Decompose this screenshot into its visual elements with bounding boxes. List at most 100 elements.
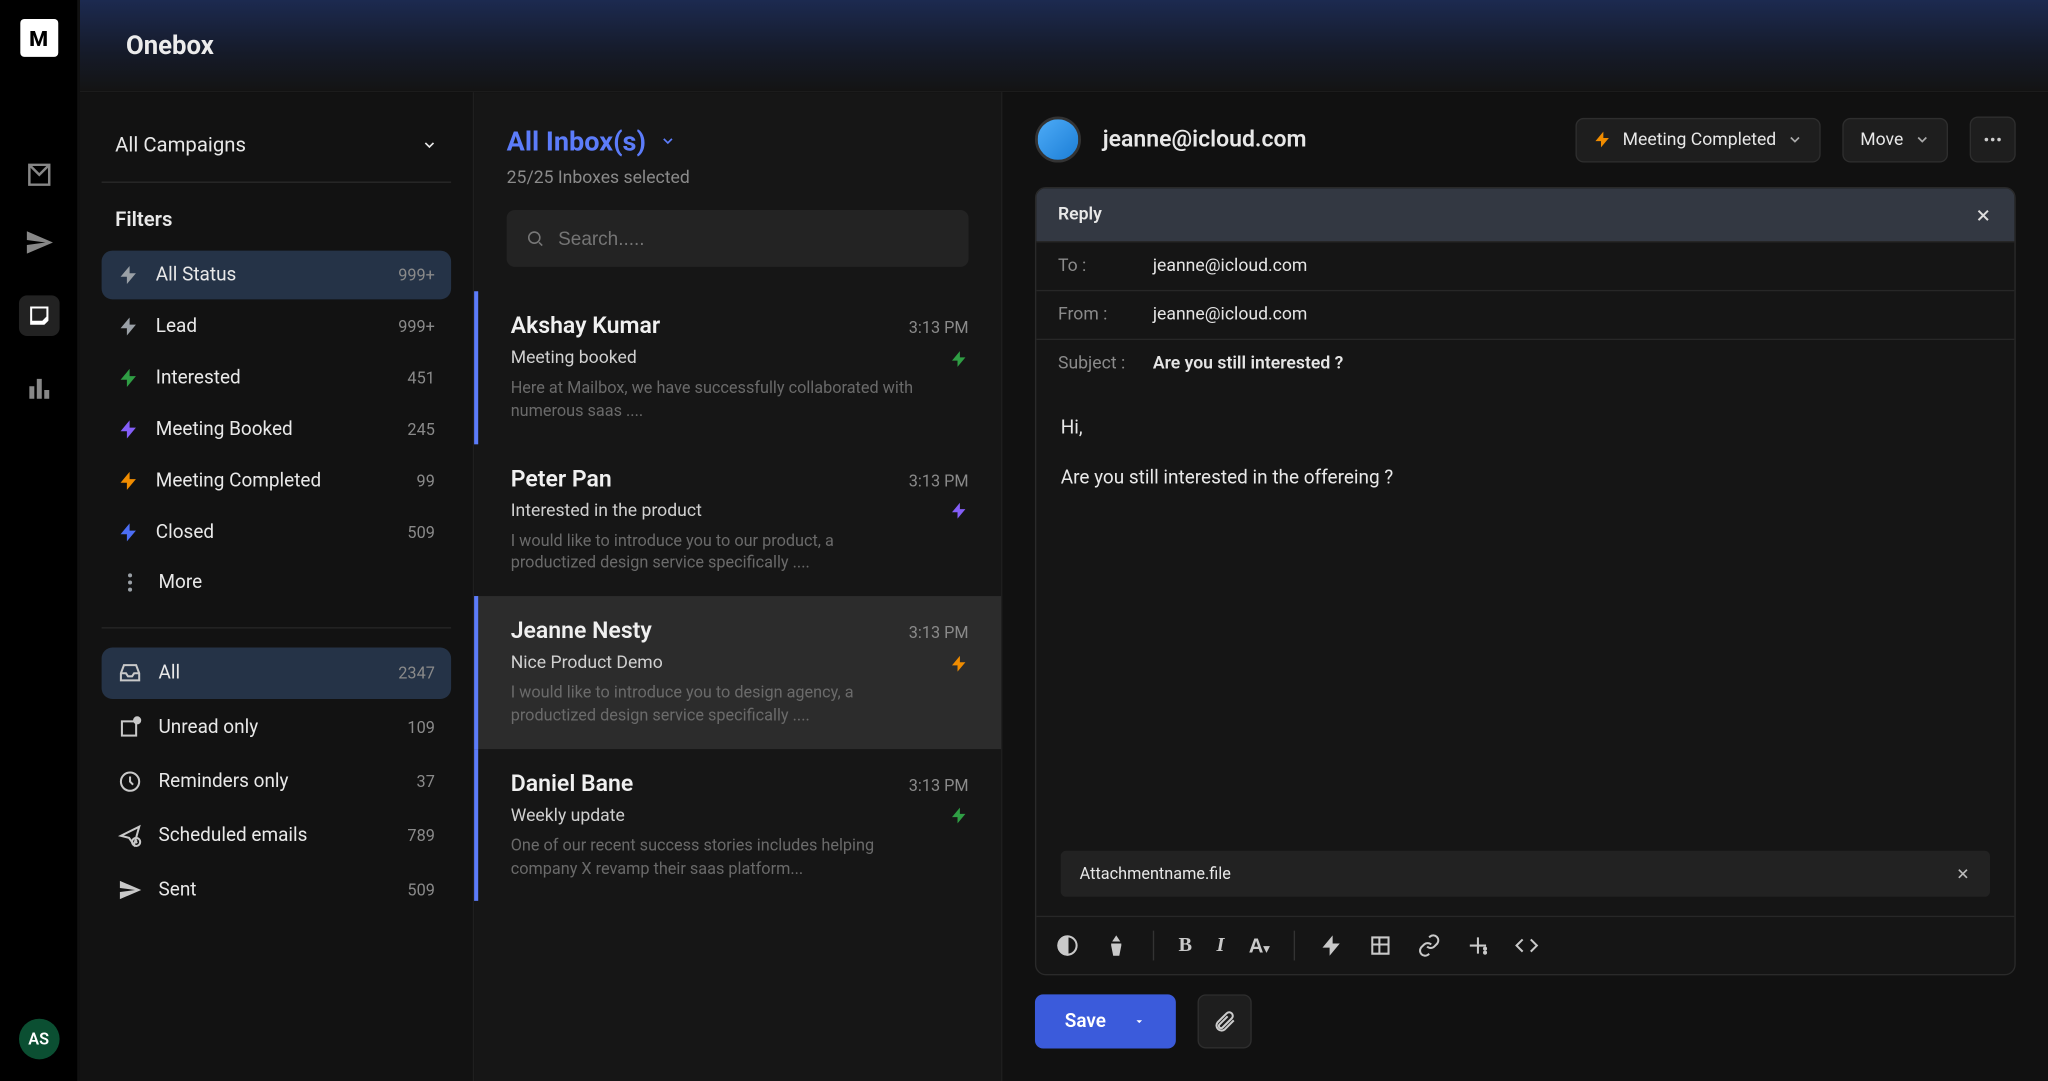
folder-scheduled[interactable]: Scheduled emails789 [102, 810, 452, 861]
bold-icon[interactable]: B [1179, 934, 1193, 957]
filter-count: 509 [407, 523, 434, 542]
filter-count: 245 [407, 420, 434, 439]
more-vertical-icon [118, 570, 142, 594]
to-label: To : [1058, 256, 1137, 276]
subject-field-row[interactable]: Subject : Are you still interested ? [1036, 339, 2014, 388]
filters-heading: Filters [102, 207, 452, 250]
email-snippet: Here at Mailbox, we have successfully co… [511, 377, 917, 423]
email-time: 3:13 PM [909, 776, 969, 795]
status-label: Meeting Completed [1623, 129, 1777, 149]
filter-meeting-completed[interactable]: Meeting Completed 99 [102, 457, 452, 506]
analytics-icon[interactable] [24, 374, 54, 404]
bolt-icon [1593, 130, 1612, 149]
folder-count: 789 [407, 826, 434, 845]
reply-label: Reply [1058, 205, 1102, 225]
email-time: 3:13 PM [909, 318, 969, 337]
email-time: 3:13 PM [909, 471, 969, 490]
bolt-icon [118, 419, 140, 441]
folder-label: All [158, 662, 382, 684]
attach-button[interactable] [1198, 994, 1252, 1048]
clear-format-icon[interactable] [1104, 933, 1128, 957]
remove-attachment-icon[interactable] [1955, 866, 1971, 882]
subject-value: Are you still interested ? [1153, 354, 1344, 374]
filter-count: 451 [407, 368, 434, 387]
search-field[interactable] [507, 210, 969, 267]
folder-sent[interactable]: Sent509 [102, 864, 452, 915]
campaigns-label: All Campaigns [115, 133, 246, 157]
from-field-row[interactable]: From : jeanne@icloud.com [1036, 290, 2014, 339]
chat-icon[interactable] [24, 160, 54, 190]
inbox-rail-icon[interactable] [18, 295, 59, 336]
close-icon[interactable] [1974, 205, 1993, 224]
filter-count: 999+ [398, 266, 435, 285]
sent-icon [118, 878, 142, 902]
font-size-icon[interactable]: A▾ [1249, 934, 1270, 957]
folder-all[interactable]: All 2347 [102, 648, 452, 699]
campaigns-dropdown[interactable]: All Campaigns [102, 133, 452, 183]
email-item[interactable]: Jeanne Nesty3:13 PM Nice Product Demo I … [474, 596, 1001, 749]
send-icon[interactable] [24, 228, 54, 258]
more-filters[interactable]: More [102, 557, 452, 608]
move-dropdown[interactable]: Move [1843, 117, 1948, 162]
italic-icon[interactable]: I [1217, 934, 1225, 957]
theme-icon[interactable] [1055, 933, 1079, 957]
bolt-icon [118, 522, 140, 544]
bolt-icon [118, 470, 140, 492]
search-input[interactable] [555, 226, 949, 250]
sidebar-divider [102, 627, 452, 628]
filter-lead[interactable]: Lead 999+ [102, 302, 452, 351]
subject-label: Subject : [1058, 354, 1137, 374]
table-icon[interactable] [1369, 933, 1393, 957]
topbar: Onebox [80, 0, 2048, 92]
email-item[interactable]: Peter Pan3:13 PM Interested in the produ… [474, 444, 1001, 597]
email-sender: Daniel Bane [511, 771, 634, 798]
filter-label: All Status [156, 264, 382, 286]
bolt-icon [118, 316, 140, 338]
save-label: Save [1065, 1011, 1106, 1033]
link-icon[interactable] [1417, 933, 1441, 957]
to-field-row[interactable]: To : jeanne@icloud.com [1036, 241, 2014, 290]
app-title: Onebox [126, 30, 214, 61]
compose-header: Reply [1036, 188, 2014, 241]
save-button[interactable]: Save [1035, 994, 1176, 1048]
contact-avatar [1035, 117, 1081, 163]
insert-icon[interactable] [1466, 933, 1490, 957]
inbox-label: All Inbox(s) [507, 125, 646, 158]
compose-body[interactable]: Hi, Are you still interested in the offe… [1036, 387, 2014, 850]
filter-interested[interactable]: Interested 451 [102, 354, 452, 403]
search-icon [526, 229, 545, 248]
filter-meeting-booked[interactable]: Meeting Booked 245 [102, 405, 452, 454]
folder-count: 2347 [398, 664, 435, 683]
from-label: From : [1058, 305, 1137, 325]
filter-closed[interactable]: Closed 509 [102, 508, 452, 557]
chevron-down-icon [660, 133, 676, 149]
from-value: jeanne@icloud.com [1153, 305, 1308, 325]
toolbar-separator [1153, 931, 1154, 961]
email-subject: Nice Product Demo [511, 653, 663, 673]
email-sender: Peter Pan [511, 465, 612, 492]
filter-count: 999+ [398, 317, 435, 336]
user-avatar[interactable]: AS [18, 1019, 59, 1060]
bolt-icon [950, 349, 969, 368]
more-options-button[interactable] [1970, 117, 2016, 163]
status-dropdown[interactable]: Meeting Completed [1575, 117, 1821, 162]
email-item[interactable]: Akshay Kumar3:13 PM Meeting booked Here … [474, 291, 1001, 444]
filter-all-status[interactable]: All Status 999+ [102, 251, 452, 300]
code-icon[interactable] [1515, 933, 1539, 957]
attachment-chip[interactable]: Attachmentname.file [1061, 851, 1990, 897]
folder-reminders[interactable]: Reminders only37 [102, 756, 452, 807]
bolt-icon[interactable] [1320, 933, 1344, 957]
email-subject: Weekly update [511, 806, 625, 826]
paperclip-icon [1213, 1009, 1237, 1033]
folder-unread[interactable]: Unread only109 [102, 702, 452, 753]
email-item[interactable]: Daniel Bane3:13 PM Weekly update One of … [474, 749, 1001, 902]
email-sender: Akshay Kumar [511, 313, 660, 340]
folder-label: Unread only [158, 717, 391, 739]
chevron-down-icon [421, 137, 437, 153]
bolt-icon [950, 501, 969, 520]
contact-email: jeanne@icloud.com [1103, 126, 1554, 153]
app-logo[interactable]: M [20, 19, 58, 57]
clock-icon [118, 769, 142, 793]
inbox-dropdown[interactable]: All Inbox(s) [507, 125, 969, 158]
bolt-icon [118, 264, 140, 286]
